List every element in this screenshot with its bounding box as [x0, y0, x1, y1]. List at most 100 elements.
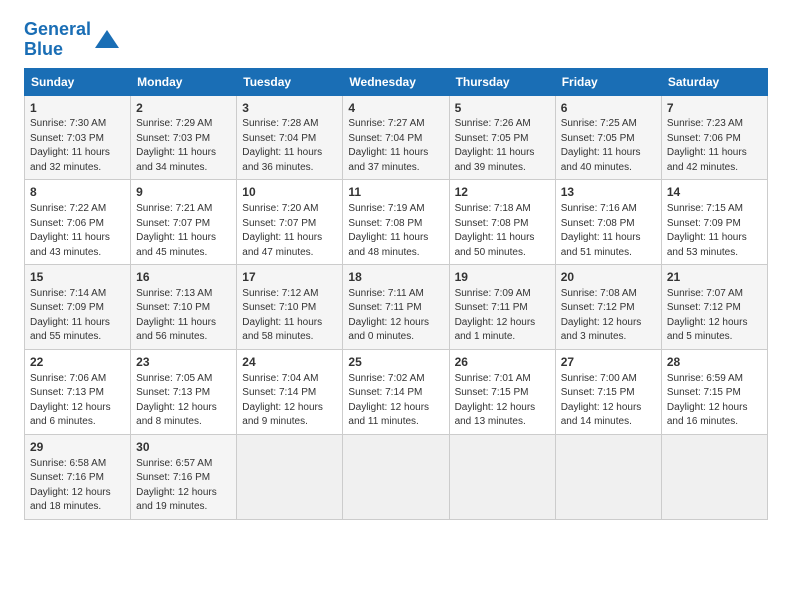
day-number: 10	[242, 184, 337, 201]
day-number: 27	[561, 354, 656, 371]
logo: General Blue	[24, 20, 121, 60]
day-number: 21	[667, 269, 762, 286]
day-number: 17	[242, 269, 337, 286]
day-number: 12	[455, 184, 550, 201]
calendar-cell: 27Sunrise: 7:00 AM Sunset: 7:15 PM Dayli…	[555, 349, 661, 434]
weekday-header-sunday: Sunday	[25, 68, 131, 95]
calendar-cell: 21Sunrise: 7:07 AM Sunset: 7:12 PM Dayli…	[661, 265, 767, 350]
day-number: 16	[136, 269, 231, 286]
day-number: 6	[561, 100, 656, 117]
calendar-week-row: 15Sunrise: 7:14 AM Sunset: 7:09 PM Dayli…	[25, 265, 768, 350]
calendar-week-row: 29Sunrise: 6:58 AM Sunset: 7:16 PM Dayli…	[25, 434, 768, 519]
day-info: Sunrise: 7:12 AM Sunset: 7:10 PM Dayligh…	[242, 287, 337, 345]
day-info: Sunrise: 7:27 AM Sunset: 7:04 PM Dayligh…	[348, 117, 443, 175]
day-info: Sunrise: 7:25 AM Sunset: 7:05 PM Dayligh…	[561, 117, 656, 175]
calendar-cell: 7Sunrise: 7:23 AM Sunset: 7:06 PM Daylig…	[661, 95, 767, 180]
calendar-cell: 30Sunrise: 6:57 AM Sunset: 7:16 PM Dayli…	[131, 434, 237, 519]
calendar-cell	[661, 434, 767, 519]
day-info: Sunrise: 7:05 AM Sunset: 7:13 PM Dayligh…	[136, 372, 231, 430]
day-info: Sunrise: 7:29 AM Sunset: 7:03 PM Dayligh…	[136, 117, 231, 175]
calendar-cell: 25Sunrise: 7:02 AM Sunset: 7:14 PM Dayli…	[343, 349, 449, 434]
calendar-cell: 26Sunrise: 7:01 AM Sunset: 7:15 PM Dayli…	[449, 349, 555, 434]
calendar-cell: 4Sunrise: 7:27 AM Sunset: 7:04 PM Daylig…	[343, 95, 449, 180]
day-number: 1	[30, 100, 125, 117]
header: General Blue	[24, 20, 768, 60]
day-info: Sunrise: 6:59 AM Sunset: 7:15 PM Dayligh…	[667, 372, 762, 430]
weekday-header-saturday: Saturday	[661, 68, 767, 95]
calendar-cell: 3Sunrise: 7:28 AM Sunset: 7:04 PM Daylig…	[237, 95, 343, 180]
calendar-cell: 17Sunrise: 7:12 AM Sunset: 7:10 PM Dayli…	[237, 265, 343, 350]
calendar-cell: 2Sunrise: 7:29 AM Sunset: 7:03 PM Daylig…	[131, 95, 237, 180]
day-info: Sunrise: 7:09 AM Sunset: 7:11 PM Dayligh…	[455, 287, 550, 345]
calendar-cell: 24Sunrise: 7:04 AM Sunset: 7:14 PM Dayli…	[237, 349, 343, 434]
day-number: 20	[561, 269, 656, 286]
calendar-cell	[449, 434, 555, 519]
day-number: 9	[136, 184, 231, 201]
weekday-header-tuesday: Tuesday	[237, 68, 343, 95]
weekday-header-friday: Friday	[555, 68, 661, 95]
calendar-cell: 13Sunrise: 7:16 AM Sunset: 7:08 PM Dayli…	[555, 180, 661, 265]
day-number: 4	[348, 100, 443, 117]
calendar-cell: 15Sunrise: 7:14 AM Sunset: 7:09 PM Dayli…	[25, 265, 131, 350]
day-number: 18	[348, 269, 443, 286]
calendar-cell: 23Sunrise: 7:05 AM Sunset: 7:13 PM Dayli…	[131, 349, 237, 434]
day-info: Sunrise: 7:18 AM Sunset: 7:08 PM Dayligh…	[455, 202, 550, 260]
day-number: 14	[667, 184, 762, 201]
day-number: 11	[348, 184, 443, 201]
calendar-cell	[555, 434, 661, 519]
day-number: 23	[136, 354, 231, 371]
day-number: 30	[136, 439, 231, 456]
calendar-week-row: 1Sunrise: 7:30 AM Sunset: 7:03 PM Daylig…	[25, 95, 768, 180]
day-number: 7	[667, 100, 762, 117]
day-number: 24	[242, 354, 337, 371]
day-number: 3	[242, 100, 337, 117]
calendar-cell	[237, 434, 343, 519]
day-number: 22	[30, 354, 125, 371]
weekday-header-monday: Monday	[131, 68, 237, 95]
calendar-cell	[343, 434, 449, 519]
day-info: Sunrise: 6:57 AM Sunset: 7:16 PM Dayligh…	[136, 457, 231, 515]
calendar-cell: 22Sunrise: 7:06 AM Sunset: 7:13 PM Dayli…	[25, 349, 131, 434]
day-info: Sunrise: 7:21 AM Sunset: 7:07 PM Dayligh…	[136, 202, 231, 260]
calendar-cell: 12Sunrise: 7:18 AM Sunset: 7:08 PM Dayli…	[449, 180, 555, 265]
day-number: 28	[667, 354, 762, 371]
day-info: Sunrise: 7:11 AM Sunset: 7:11 PM Dayligh…	[348, 287, 443, 345]
day-info: Sunrise: 7:14 AM Sunset: 7:09 PM Dayligh…	[30, 287, 125, 345]
calendar-cell: 29Sunrise: 6:58 AM Sunset: 7:16 PM Dayli…	[25, 434, 131, 519]
day-info: Sunrise: 7:16 AM Sunset: 7:08 PM Dayligh…	[561, 202, 656, 260]
calendar-cell: 6Sunrise: 7:25 AM Sunset: 7:05 PM Daylig…	[555, 95, 661, 180]
calendar-cell: 8Sunrise: 7:22 AM Sunset: 7:06 PM Daylig…	[25, 180, 131, 265]
calendar-cell: 18Sunrise: 7:11 AM Sunset: 7:11 PM Dayli…	[343, 265, 449, 350]
day-info: Sunrise: 7:20 AM Sunset: 7:07 PM Dayligh…	[242, 202, 337, 260]
day-number: 25	[348, 354, 443, 371]
day-number: 2	[136, 100, 231, 117]
calendar-cell: 11Sunrise: 7:19 AM Sunset: 7:08 PM Dayli…	[343, 180, 449, 265]
calendar-week-row: 22Sunrise: 7:06 AM Sunset: 7:13 PM Dayli…	[25, 349, 768, 434]
day-number: 13	[561, 184, 656, 201]
calendar-week-row: 8Sunrise: 7:22 AM Sunset: 7:06 PM Daylig…	[25, 180, 768, 265]
calendar-cell: 28Sunrise: 6:59 AM Sunset: 7:15 PM Dayli…	[661, 349, 767, 434]
day-info: Sunrise: 7:15 AM Sunset: 7:09 PM Dayligh…	[667, 202, 762, 260]
day-info: Sunrise: 7:19 AM Sunset: 7:08 PM Dayligh…	[348, 202, 443, 260]
weekday-header-wednesday: Wednesday	[343, 68, 449, 95]
day-info: Sunrise: 7:00 AM Sunset: 7:15 PM Dayligh…	[561, 372, 656, 430]
day-info: Sunrise: 7:22 AM Sunset: 7:06 PM Dayligh…	[30, 202, 125, 260]
calendar-cell: 1Sunrise: 7:30 AM Sunset: 7:03 PM Daylig…	[25, 95, 131, 180]
calendar-table: SundayMondayTuesdayWednesdayThursdayFrid…	[24, 68, 768, 520]
calendar-cell: 5Sunrise: 7:26 AM Sunset: 7:05 PM Daylig…	[449, 95, 555, 180]
calendar-body: 1Sunrise: 7:30 AM Sunset: 7:03 PM Daylig…	[25, 95, 768, 519]
logo-text: General	[24, 20, 91, 40]
day-info: Sunrise: 7:26 AM Sunset: 7:05 PM Dayligh…	[455, 117, 550, 175]
day-number: 5	[455, 100, 550, 117]
weekday-header-thursday: Thursday	[449, 68, 555, 95]
day-number: 8	[30, 184, 125, 201]
day-info: Sunrise: 7:02 AM Sunset: 7:14 PM Dayligh…	[348, 372, 443, 430]
calendar-cell: 16Sunrise: 7:13 AM Sunset: 7:10 PM Dayli…	[131, 265, 237, 350]
logo-text-blue: Blue	[24, 40, 91, 60]
day-info: Sunrise: 7:07 AM Sunset: 7:12 PM Dayligh…	[667, 287, 762, 345]
calendar-cell: 20Sunrise: 7:08 AM Sunset: 7:12 PM Dayli…	[555, 265, 661, 350]
day-number: 15	[30, 269, 125, 286]
day-info: Sunrise: 7:01 AM Sunset: 7:15 PM Dayligh…	[455, 372, 550, 430]
calendar-cell: 9Sunrise: 7:21 AM Sunset: 7:07 PM Daylig…	[131, 180, 237, 265]
day-info: Sunrise: 7:04 AM Sunset: 7:14 PM Dayligh…	[242, 372, 337, 430]
